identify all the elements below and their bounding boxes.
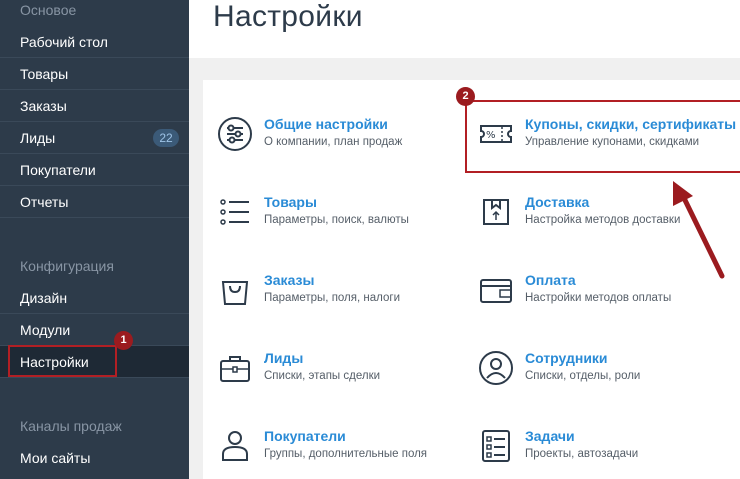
sidebar-item-my-sites[interactable]: Мои сайты <box>0 442 189 474</box>
list-icon <box>220 199 249 225</box>
settings-payment-title[interactable]: Оплата <box>525 272 576 288</box>
annotation-marker-2: 2 <box>456 87 475 106</box>
settings-orders[interactable]: Заказы Параметры, поля, налоги <box>217 272 477 328</box>
settings-orders-title[interactable]: Заказы <box>264 272 314 288</box>
sidebar-item-reports[interactable]: Отчеты <box>0 186 189 218</box>
settings-orders-subtitle: Параметры, поля, налоги <box>264 292 400 304</box>
settings-payment[interactable]: Оплата Настройки методов оплаты <box>478 272 738 328</box>
settings-customers-title[interactable]: Покупатели <box>264 428 346 444</box>
settings-payment-subtitle: Настройки методов оплаты <box>525 292 672 304</box>
wallet-icon <box>480 279 512 303</box>
settings-leads[interactable]: Лиды Списки, этапы сделки <box>217 350 477 406</box>
page-header: Настройки <box>189 0 740 58</box>
settings-employees-subtitle: Списки, отделы, роли <box>525 370 641 382</box>
settings-tasks-subtitle: Проекты, автозадачи <box>525 448 639 460</box>
sidebar-section-config: Конфигурация <box>20 258 114 274</box>
sidebar-item-leads[interactable]: Лиды 22 <box>0 122 189 154</box>
settings-customers[interactable]: Покупатели Группы, дополнительные поля <box>217 428 477 479</box>
settings-customers-subtitle: Группы, дополнительные поля <box>264 448 428 460</box>
settings-tasks-title[interactable]: Задачи <box>525 428 575 444</box>
settings-general-subtitle: О компании, план продаж <box>264 136 403 148</box>
briefcase-icon <box>220 356 250 382</box>
checklist-icon <box>482 430 510 462</box>
settings-leads-title[interactable]: Лиды <box>264 350 303 366</box>
sidebar-item-label: Рабочий стол <box>20 34 108 50</box>
sidebar-item-label: Лиды <box>20 130 56 146</box>
settings-delivery-title[interactable]: Доставка <box>525 194 589 210</box>
settings-general[interactable]: Общие настройки О компании, план продаж <box>217 116 477 172</box>
sidebar-item-dashboard[interactable]: Рабочий стол <box>0 26 189 58</box>
settings-products[interactable]: Товары Параметры, поиск, валюты <box>217 194 477 250</box>
sidebar-item-design[interactable]: Дизайн <box>0 282 189 314</box>
sliders-icon <box>218 117 252 151</box>
sidebar-item-label: Заказы <box>20 98 67 114</box>
person-icon <box>222 431 248 461</box>
sidebar-item-label: Покупатели <box>20 162 96 178</box>
sidebar-item-label: Модули <box>20 322 71 338</box>
annotation-box-coupons <box>465 100 740 173</box>
settings-delivery[interactable]: Доставка Настройка методов доставки <box>478 194 738 250</box>
settings-tasks[interactable]: Задачи Проекты, автозадачи <box>478 428 738 479</box>
sidebar-item-label: Мои сайты <box>20 450 91 466</box>
bag-icon <box>221 281 249 305</box>
sidebar-item-orders[interactable]: Заказы <box>0 90 189 122</box>
annotation-marker-1: 1 <box>114 331 133 350</box>
user-circle-icon <box>479 351 513 385</box>
sidebar-item-label: Товары <box>20 66 69 82</box>
settings-general-title[interactable]: Общие настройки <box>264 116 388 132</box>
settings-delivery-subtitle: Настройка методов доставки <box>525 214 681 226</box>
sidebar-section-channels: Каналы продаж <box>20 418 122 434</box>
sidebar-section-main: Основое <box>20 2 77 18</box>
annotation-box-settings <box>8 345 117 377</box>
sidebar-item-label: Отчеты <box>20 194 69 210</box>
settings-products-subtitle: Параметры, поиск, валюты <box>264 214 409 226</box>
leads-count-badge: 22 <box>153 129 179 147</box>
box-icon <box>483 199 509 225</box>
settings-leads-subtitle: Списки, этапы сделки <box>264 370 381 382</box>
page-title: Настройки <box>213 0 363 33</box>
sidebar-item-products[interactable]: Товары <box>0 58 189 90</box>
sidebar-item-modules[interactable]: Модули <box>0 314 189 346</box>
settings-employees-title[interactable]: Сотрудники <box>525 350 608 366</box>
main-content: Настройки Общие настройки О компании, пл… <box>189 0 740 479</box>
sidebar: Основое Рабочий стол Товары Заказы Лиды … <box>0 0 189 479</box>
settings-products-title[interactable]: Товары <box>264 194 317 210</box>
sidebar-item-customers[interactable]: Покупатели <box>0 154 189 186</box>
settings-employees[interactable]: Сотрудники Списки, отделы, роли <box>478 350 738 406</box>
sidebar-item-label: Дизайн <box>20 290 68 306</box>
